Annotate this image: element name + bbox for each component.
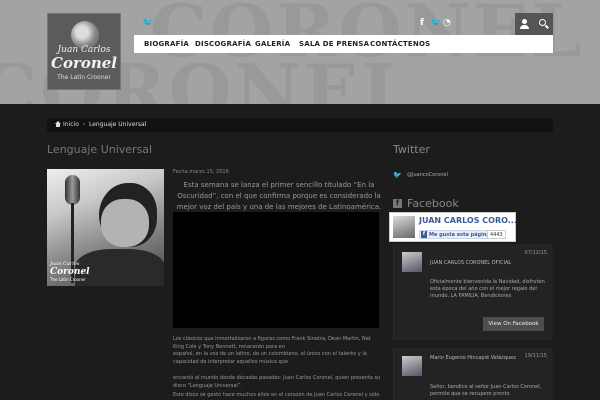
search-button[interactable]: [534, 13, 553, 35]
post-body-line: español, en la voz de un latino, de un c…: [173, 351, 367, 365]
facebook-like-button[interactable]: Me gusta esta página: [419, 230, 493, 239]
post-date: Fecha marzo 15, 2016: [173, 169, 229, 175]
microphone-image: [65, 175, 80, 205]
facebook-like-box: JUAN CARLOS CORO... Me gusta esta página…: [389, 212, 517, 242]
facebook-page-thumbnail[interactable]: [393, 216, 415, 238]
facebook-section-title: Facebook: [407, 197, 459, 210]
nav-item-biografia[interactable]: BIOGRAFÍA: [144, 35, 189, 53]
twitter-handle[interactable]: @JuancoCoronel: [407, 172, 448, 178]
twitter-section-title: Twitter: [393, 143, 430, 156]
nav-item-galeria[interactable]: GALERÍA: [255, 35, 290, 53]
twitter-icon: 🐦: [393, 171, 402, 179]
post-lead-paragraph: Esta semana se lanza el primer sencillo …: [176, 181, 382, 211]
twitter-icon[interactable]: 🐦: [142, 18, 153, 29]
nav-item-discografia[interactable]: DISCOGRAFÍA: [195, 35, 251, 53]
facebook-post-message: Oficialmente bienvenida la Navidad, disf…: [430, 279, 545, 299]
image-logo-line3: The Latin Crooner: [50, 277, 86, 282]
facebook-post-author[interactable]: Mario Eugenio Hincapié Velázquez: [430, 355, 516, 361]
page-title: Lenguaje Universal: [47, 143, 153, 156]
facebook-post-message: Señor, bendice al señor Juan Carlos Coro…: [430, 384, 542, 397]
nav-item-contactenos[interactable]: CONTÁCTENOS: [370, 35, 430, 53]
facebook-like-count: 4443: [487, 230, 506, 239]
video-player[interactable]: [173, 212, 379, 328]
logo-line2: Coronel: [51, 54, 117, 72]
singer-face-image: [101, 199, 149, 247]
facebook-icon: f: [393, 199, 402, 208]
facebook-icon[interactable]: f: [420, 18, 424, 29]
user-icon-body: [520, 25, 529, 29]
main-nav: BIOGRAFÍA DISCOGRAFÍA GALERÍA SALA DE PR…: [134, 35, 553, 53]
top-social-bar: 🐦 f 🐦 ◔: [134, 13, 553, 35]
image-logo-line2: Coronel: [50, 267, 90, 277]
post-body-line: encantó al mundo desde décadas pasadas: …: [173, 375, 381, 389]
site-logo[interactable]: Juan Carlos Coronel The Latin Crooner: [47, 13, 121, 90]
nav-item-sala-de-prensa[interactable]: SALA DE PRENSA: [299, 35, 369, 53]
avatar[interactable]: [402, 252, 422, 272]
avatar[interactable]: [402, 356, 422, 376]
breadcrumb-separator: ›: [83, 121, 86, 128]
post-body-line: Los clásicos que inmortalizaron a figura…: [173, 336, 371, 350]
home-icon-base: [56, 124, 60, 127]
view-on-facebook-button[interactable]: View On Facebook: [483, 317, 544, 331]
breadcrumb-home-link[interactable]: Inicio: [63, 118, 79, 132]
breadcrumb-current: Lenguaje Universal: [89, 121, 147, 128]
facebook-post-date: 19/11/15: [524, 353, 547, 359]
facebook-post: 19/11/15 Mario Eugenio Hincapié Velázque…: [393, 348, 553, 400]
breadcrumb: Inicio › Lenguaje Universal: [47, 118, 553, 132]
user-button[interactable]: [515, 13, 534, 35]
site-header: CORONEL CORONEL Juan Carlos Coronel The …: [0, 0, 600, 104]
rss-icon[interactable]: ◔: [443, 18, 451, 29]
twitter-icon[interactable]: 🐦: [430, 18, 441, 29]
image-logo-overlay: Juan Carlos Coronel The Latin Crooner: [50, 261, 90, 283]
search-icon-handle: [545, 24, 549, 29]
facebook-page-name[interactable]: JUAN CARLOS CORO...: [419, 216, 517, 225]
post-image[interactable]: Juan Carlos Coronel The Latin Crooner: [47, 169, 164, 286]
post-body-line: Este disco se gestó hace muchos años en …: [173, 392, 380, 398]
facebook-post-author[interactable]: JUAN CARLOS CORONEL OFICIAL: [430, 260, 511, 266]
logo-line3: The Latin Crooner: [57, 74, 111, 81]
facebook-post-date: 07/12/15: [524, 250, 547, 256]
user-icon: [522, 19, 527, 24]
